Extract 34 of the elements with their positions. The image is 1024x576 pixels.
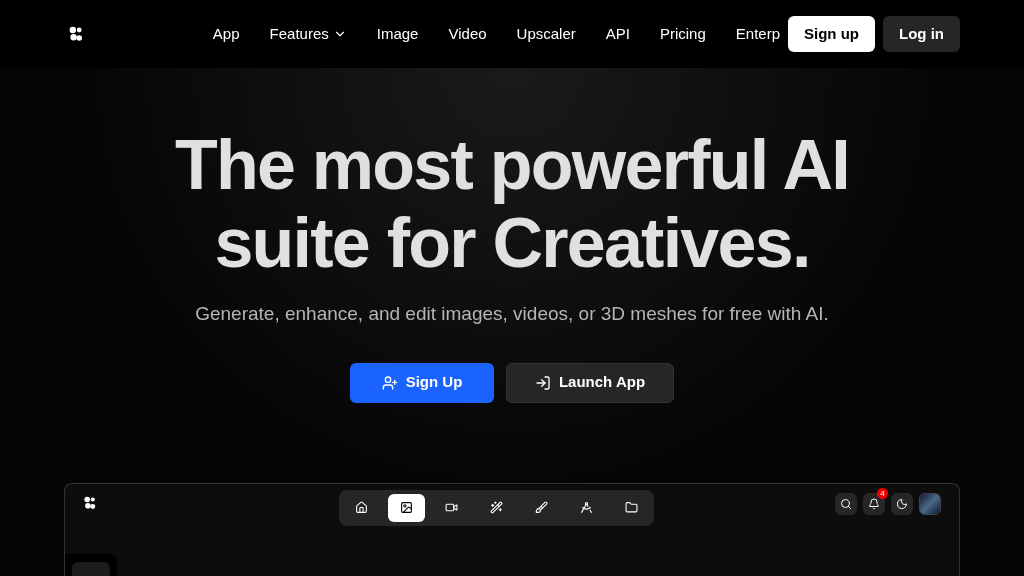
folder-icon bbox=[624, 501, 638, 514]
avatar[interactable] bbox=[919, 492, 941, 515]
bell-icon bbox=[868, 497, 880, 510]
hero-title: The most powerful AI suite for Creatives. bbox=[174, 126, 850, 282]
notification-count: 4 bbox=[877, 487, 888, 499]
user-plus-icon bbox=[381, 374, 398, 391]
nav-link[interactable]: Pricing bbox=[659, 22, 706, 46]
sign-up-button[interactable]: Sign up bbox=[788, 16, 875, 52]
logo-icon[interactable] bbox=[83, 495, 97, 510]
brush-icon bbox=[534, 501, 548, 514]
compass-icon bbox=[579, 501, 593, 514]
image-icon bbox=[399, 501, 413, 514]
panel-tile bbox=[72, 562, 110, 576]
tool-tab[interactable] bbox=[387, 493, 425, 522]
home-icon bbox=[354, 501, 368, 514]
launch-app-button[interactable]: Launch App bbox=[506, 362, 674, 403]
search-button[interactable] bbox=[835, 492, 857, 515]
log-in-button[interactable]: Log in bbox=[883, 16, 960, 52]
sign-up-button[interactable]: Sign Up bbox=[350, 362, 494, 403]
nav-link[interactable]: Enterp bbox=[735, 22, 780, 46]
video-camera-icon bbox=[444, 501, 458, 514]
logo-icon[interactable] bbox=[68, 26, 84, 42]
enter-icon bbox=[534, 374, 551, 391]
theme-button[interactable] bbox=[891, 492, 913, 515]
nav-link[interactable]: Video bbox=[448, 22, 487, 46]
nav-link[interactable]: API bbox=[605, 22, 630, 46]
nav-link[interactable]: App bbox=[212, 22, 240, 46]
hero-subtitle: Generate, enhance, and edit images, videos, or 3D meshes for free with AI. bbox=[195, 302, 829, 326]
magic-wand-icon bbox=[489, 501, 503, 514]
nav-link[interactable]: Features bbox=[269, 22, 347, 46]
nav-link[interactable]: Upscaler bbox=[516, 22, 576, 46]
search-icon bbox=[840, 497, 852, 510]
moon-icon bbox=[896, 497, 908, 510]
nav-link[interactable]: Image bbox=[376, 22, 419, 46]
